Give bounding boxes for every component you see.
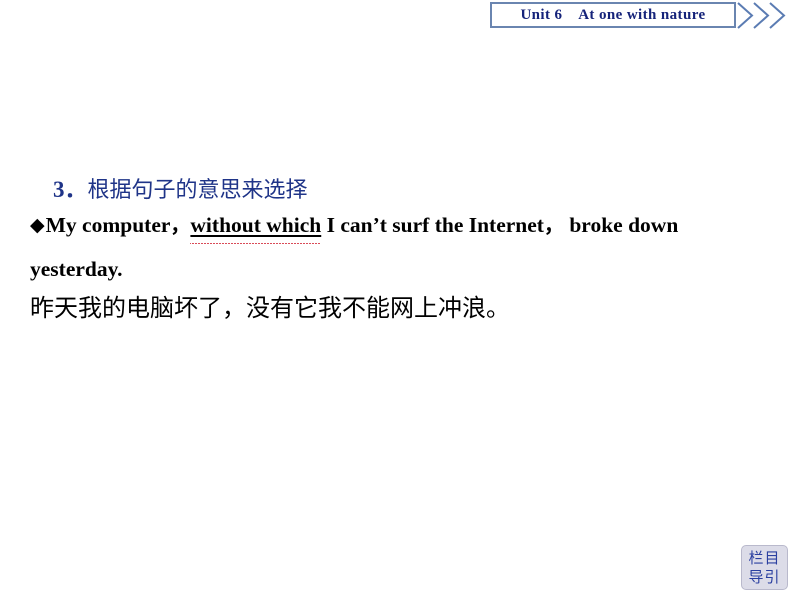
example-sentence-chinese: 昨天我的电脑坏了，没有它我不能网上冲浪。 [30,294,510,322]
diamond-bullet-icon: ◆ [30,214,45,236]
column-guide-button-line2: 导引 [748,567,781,586]
section-number: 3． [53,176,88,202]
sentence-lead: My computer [45,213,171,237]
section-title: 根据句子的意思来选择 [87,177,308,203]
sentence-highlight-phrase: without which [190,213,322,237]
column-guide-button-line1: 栏目 [748,548,781,567]
sentence-comma-2: ， [543,213,564,237]
example-sentence-english: ◆My computer，without which I can’t surf … [30,203,775,291]
slide-content: 3．根据句子的意思来选择 ◆My computer，without which … [0,0,794,596]
sentence-middle: I can’t surf the Internet [321,213,544,237]
column-guide-button[interactable]: 栏目 导引 [741,545,788,590]
sentence-comma-1: ， [170,213,191,237]
